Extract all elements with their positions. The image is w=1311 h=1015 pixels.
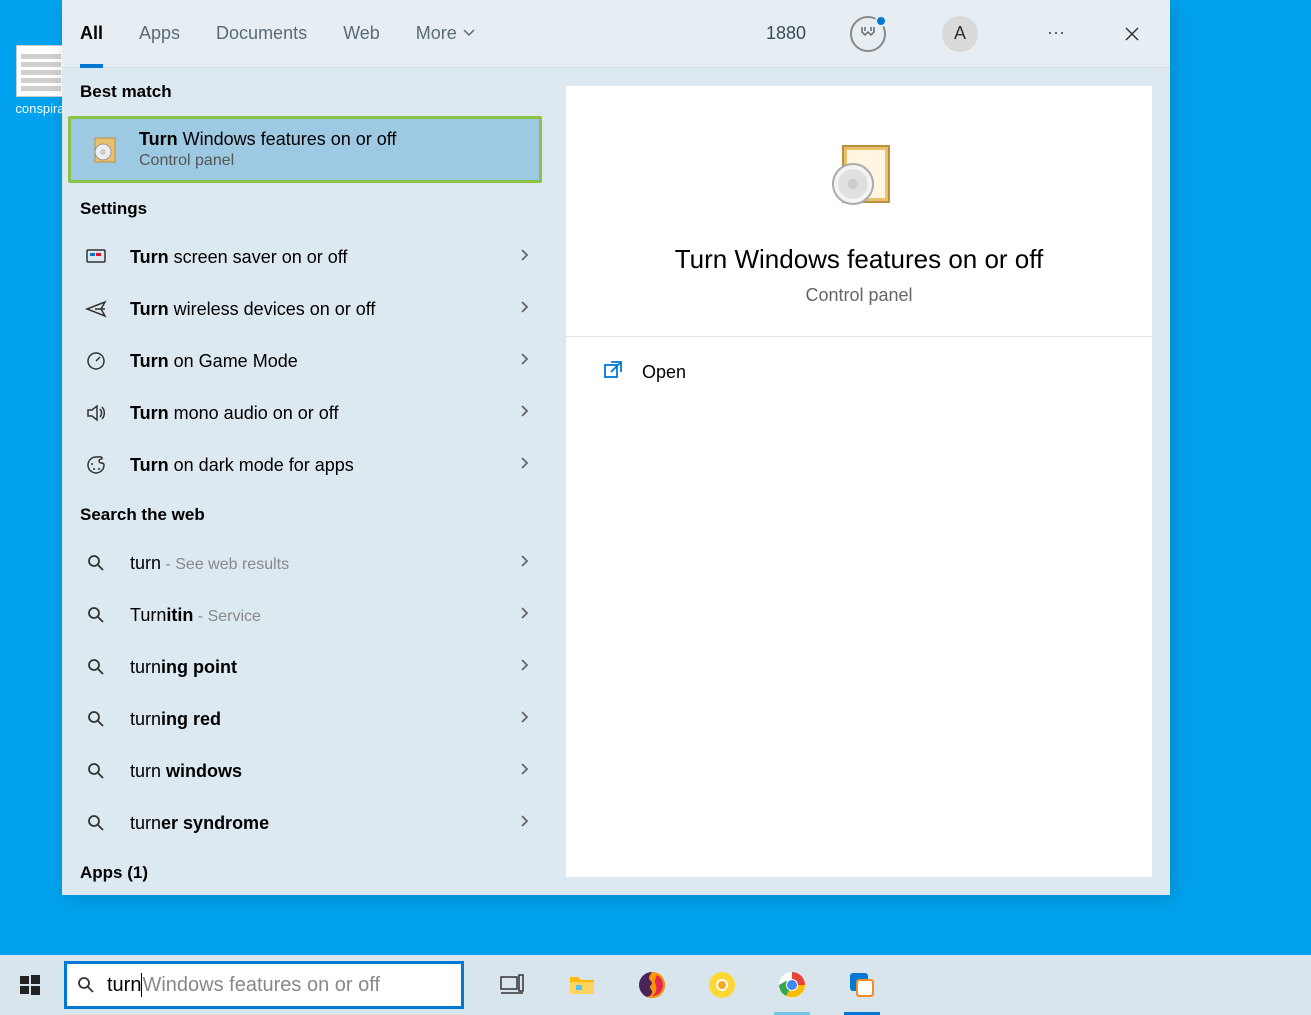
- section-apps: Apps (1): [62, 849, 548, 895]
- control-panel-large-icon: [819, 136, 899, 216]
- web-result[interactable]: turning red: [62, 693, 548, 745]
- notification-dot-icon: [875, 15, 887, 27]
- best-match-title: Turn Windows features on or off: [139, 129, 521, 150]
- chrome-canary-button[interactable]: [692, 955, 752, 1015]
- start-button[interactable]: [0, 955, 60, 1015]
- setting-dark-mode[interactable]: Turn on dark mode for apps: [62, 439, 548, 491]
- palette-icon: [80, 449, 112, 481]
- search-icon: [77, 976, 95, 994]
- search-ghost-text: Windows features on or off: [142, 974, 380, 997]
- tab-more-label: More: [416, 23, 457, 44]
- chrome-button[interactable]: [762, 955, 822, 1015]
- airplane-icon: [80, 293, 112, 325]
- tab-more[interactable]: More: [416, 0, 475, 68]
- detail-card: Turn Windows features on or off Control …: [566, 86, 1152, 877]
- chevron-right-icon: [518, 300, 530, 318]
- chevron-right-icon: [518, 248, 530, 266]
- chevron-right-icon: [518, 606, 530, 624]
- chevron-right-icon: [518, 554, 530, 572]
- search-icon: [80, 703, 112, 735]
- result-title: Turn mono audio on or off: [130, 403, 500, 424]
- setting-wireless[interactable]: Turn wireless devices on or off: [62, 283, 548, 335]
- chrome-icon: [777, 970, 807, 1000]
- open-icon: [602, 359, 624, 386]
- firefox-icon: [637, 970, 667, 1000]
- search-icon: [80, 755, 112, 787]
- web-result[interactable]: turn windows: [62, 745, 548, 797]
- vmware-button[interactable]: [832, 955, 892, 1015]
- search-icon: [80, 651, 112, 683]
- result-title: Turn screen saver on or off: [130, 247, 500, 268]
- chevron-down-icon: [463, 23, 475, 44]
- windows-logo-icon: [18, 973, 42, 997]
- web-result[interactable]: turn - See web results: [62, 537, 548, 589]
- screensaver-icon: [80, 241, 112, 273]
- more-options-button[interactable]: ⋯: [1036, 14, 1076, 54]
- search-results-panel: All Apps Documents Web More 1880 A ⋯ Bes…: [62, 0, 1170, 895]
- search-typed-text: turn: [107, 974, 141, 997]
- task-view-icon: [499, 972, 525, 998]
- open-label: Open: [642, 362, 686, 383]
- search-icon: [80, 807, 112, 839]
- folder-icon: [566, 969, 598, 1001]
- open-action[interactable]: Open: [566, 337, 1152, 408]
- tab-all[interactable]: All: [80, 0, 103, 68]
- web-result[interactable]: turning point: [62, 641, 548, 693]
- setting-game-mode[interactable]: Turn on Game Mode: [62, 335, 548, 387]
- task-view-button[interactable]: [482, 955, 542, 1015]
- close-icon: [1124, 26, 1140, 42]
- taskbar-search-input[interactable]: turn Windows features on or off: [64, 961, 464, 1009]
- result-detail-pane: Turn Windows features on or off Control …: [548, 68, 1170, 895]
- result-title: turn windows: [130, 761, 500, 782]
- best-match-subtitle: Control panel: [139, 152, 521, 170]
- result-title: turner syndrome: [130, 813, 500, 834]
- chevron-right-icon: [518, 352, 530, 370]
- setting-screensaver[interactable]: Turn screen saver on or off: [62, 231, 548, 283]
- section-search-web: Search the web: [62, 491, 548, 537]
- firefox-button[interactable]: [622, 955, 682, 1015]
- best-match-result[interactable]: Turn Windows features on or off Control …: [68, 116, 542, 183]
- search-icon: [80, 599, 112, 631]
- result-title: turning point: [130, 657, 500, 678]
- tab-web[interactable]: Web: [343, 0, 380, 68]
- web-result[interactable]: Turnitin - Service: [62, 589, 548, 641]
- result-title: Turn wireless devices on or off: [130, 299, 500, 320]
- gauge-icon: [80, 345, 112, 377]
- file-explorer-button[interactable]: [552, 955, 612, 1015]
- chevron-right-icon: [518, 710, 530, 728]
- result-title: Turn on Game Mode: [130, 351, 500, 372]
- chrome-canary-icon: [707, 970, 737, 1000]
- section-best-match: Best match: [62, 68, 548, 114]
- detail-title: Turn Windows features on or off: [586, 244, 1132, 275]
- rewards-medal-icon[interactable]: [850, 16, 886, 52]
- chevron-right-icon: [518, 404, 530, 422]
- result-title: Turn on dark mode for apps: [130, 455, 500, 476]
- file-thumbnail-icon: [16, 45, 64, 97]
- tab-apps[interactable]: Apps: [139, 0, 180, 68]
- user-avatar[interactable]: A: [942, 16, 978, 52]
- control-panel-icon: [89, 134, 121, 166]
- web-result[interactable]: turner syndrome: [62, 797, 548, 849]
- result-title: Turnitin - Service: [130, 605, 500, 626]
- speaker-icon: [80, 397, 112, 429]
- section-settings: Settings: [62, 185, 548, 231]
- vmware-icon: [847, 970, 877, 1000]
- chevron-right-icon: [518, 456, 530, 474]
- search-filter-tabs: All Apps Documents Web More 1880 A ⋯: [62, 0, 1170, 68]
- close-button[interactable]: [1112, 14, 1152, 54]
- result-title: turning red: [130, 709, 500, 730]
- result-title: turn - See web results: [130, 553, 500, 574]
- results-list: Best match Turn Windows features on or o…: [62, 68, 548, 895]
- chevron-right-icon: [518, 658, 530, 676]
- search-icon: [80, 547, 112, 579]
- detail-subtitle: Control panel: [586, 285, 1132, 306]
- taskbar: turn Windows features on or off: [0, 955, 1311, 1015]
- chevron-right-icon: [518, 814, 530, 832]
- tab-documents[interactable]: Documents: [216, 0, 307, 68]
- rewards-points: 1880: [766, 23, 806, 44]
- chevron-right-icon: [518, 762, 530, 780]
- setting-mono-audio[interactable]: Turn mono audio on or off: [62, 387, 548, 439]
